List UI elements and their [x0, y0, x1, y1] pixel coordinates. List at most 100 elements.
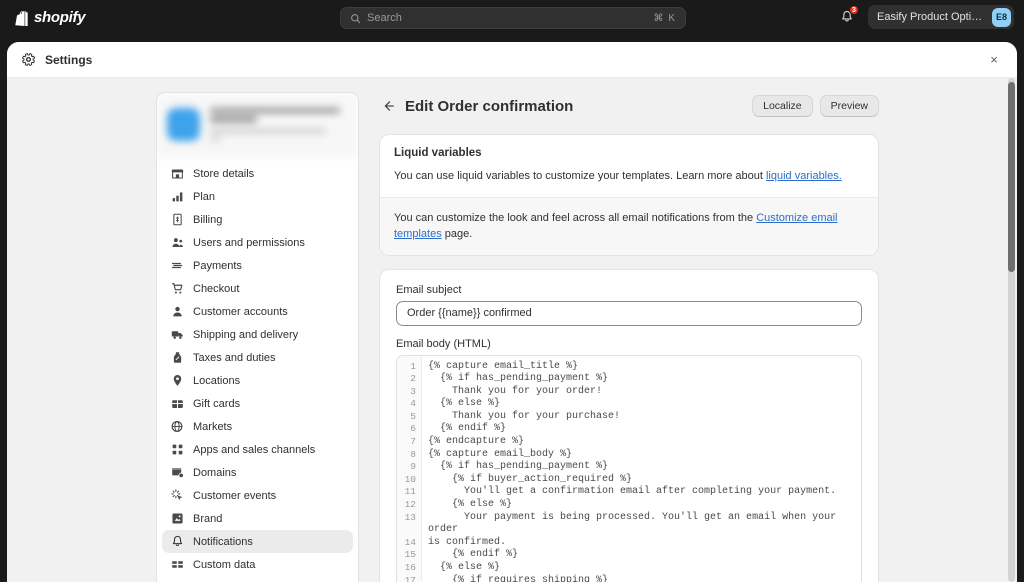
user-menu-button[interactable]: Easify Product Option... E8: [868, 5, 1014, 29]
sidebar-item-apps-and-sales-channels[interactable]: Apps and sales channels: [162, 438, 353, 461]
sidebar-item-users-and-permissions[interactable]: Users and permissions: [162, 231, 353, 254]
liquid-variables-description: You can use liquid variables to customiz…: [394, 168, 864, 185]
global-search-input[interactable]: Search ⌘ K: [340, 7, 686, 29]
global-topbar: shopify Search ⌘ K 3 Easify Product Opti…: [0, 0, 1024, 35]
payment-icon: [170, 259, 184, 273]
modal-title-group: Settings: [21, 52, 92, 67]
liquid-variables-link[interactable]: liquid variables.: [766, 170, 842, 182]
sidebar-item-billing[interactable]: Billing: [162, 208, 353, 231]
code-line-number: [397, 524, 421, 537]
email-subject-field-group: Email subject: [380, 270, 878, 326]
sidebar-item-label: Brand: [193, 513, 222, 525]
code-line-number: 15: [397, 549, 421, 562]
sidebar-item-label: Apps and sales channels: [193, 444, 315, 456]
page-header-actions: Localize Preview: [752, 95, 879, 117]
email-body-code-editor[interactable]: 12345678910111213141516171819 {% capture…: [396, 355, 862, 582]
settings-main-content: Edit Order confirmation Localize Preview…: [379, 92, 879, 582]
code-line-number: 3: [397, 386, 421, 399]
code-line-numbers: 12345678910111213141516171819: [397, 356, 422, 582]
code-line-number: 16: [397, 562, 421, 575]
customize-templates-description: You can customize the look and feel acro…: [394, 210, 864, 243]
modal-scrollbar-thumb[interactable]: [1008, 82, 1015, 272]
sidebar-item-store-details[interactable]: Store details: [162, 162, 353, 185]
code-line-number: 10: [397, 474, 421, 487]
page-title: Settings: [45, 53, 92, 67]
close-icon[interactable]: ×: [983, 49, 1005, 71]
shopify-bag-icon: [14, 10, 29, 26]
chart-icon: [170, 190, 184, 204]
truck-icon: [170, 328, 184, 342]
sidebar-item-locations[interactable]: Locations: [162, 369, 353, 392]
tax-icon: [170, 351, 184, 365]
sidebar-item-brand[interactable]: Brand: [162, 507, 353, 530]
settings-modal-body: Store details Plan Billing: [7, 78, 1017, 582]
sidebar-item-label: Users and permissions: [193, 237, 305, 249]
apps-icon: [170, 443, 184, 457]
bell-icon: [170, 535, 184, 549]
code-line-number: 12: [397, 499, 421, 512]
settings-sidebar: Store details Plan Billing: [156, 92, 359, 582]
sidebar-item-label: Notifications: [193, 536, 253, 548]
customize-templates-section: You can customize the look and feel acro…: [380, 197, 878, 255]
person-icon: [170, 305, 184, 319]
avatar: E8: [992, 8, 1011, 27]
gear-icon: [21, 52, 36, 67]
search-placeholder: Search: [367, 12, 654, 24]
notification-badge: 3: [849, 5, 859, 15]
sidebar-item-custom-data[interactable]: Custom data: [162, 553, 353, 576]
arrow-left-icon[interactable]: [379, 97, 397, 115]
users-icon: [170, 236, 184, 250]
store-avatar: [167, 108, 200, 141]
sidebar-item-payments[interactable]: Payments: [162, 254, 353, 277]
cart-icon: [170, 282, 184, 296]
receipt-icon: [170, 213, 184, 227]
shopify-logo[interactable]: shopify: [14, 9, 85, 26]
search-shortcut-hint: ⌘ K: [654, 13, 676, 24]
topbar-right-group: 3 Easify Product Option... E8: [835, 5, 1014, 29]
store-icon: [170, 167, 184, 181]
sidebar-item-label: Payments: [193, 260, 242, 272]
sidebar-item-taxes-and-duties[interactable]: Taxes and duties: [162, 346, 353, 369]
sidebar-item-gift-cards[interactable]: Gift cards: [162, 392, 353, 415]
edit-template-title: Edit Order confirmation: [405, 98, 573, 115]
settings-modal: Settings ×: [7, 42, 1017, 582]
code-line-number: 8: [397, 449, 421, 462]
email-editor-card: Email subject Email body (HTML) 12345678…: [379, 269, 879, 582]
email-body-label: Email body (HTML): [396, 338, 862, 350]
sidebar-item-plan[interactable]: Plan: [162, 185, 353, 208]
sidebar-item-label: Billing: [193, 214, 222, 226]
sidebar-item-checkout[interactable]: Checkout: [162, 277, 353, 300]
shopify-wordmark: shopify: [34, 9, 85, 26]
store-info-text-redacted: [210, 108, 348, 141]
sidebar-item-label: Store details: [193, 168, 254, 180]
sidebar-item-shipping-and-delivery[interactable]: Shipping and delivery: [162, 323, 353, 346]
code-line-number: 11: [397, 486, 421, 499]
code-line-number: 6: [397, 423, 421, 436]
pin-icon: [170, 374, 184, 388]
sidebar-item-customer-events[interactable]: Customer events: [162, 484, 353, 507]
sidebar-item-label: Locations: [193, 375, 240, 387]
sidebar-item-markets[interactable]: Markets: [162, 415, 353, 438]
customize-desc-prefix: You can customize the look and feel acro…: [394, 212, 756, 224]
code-line-number: 17: [397, 575, 421, 582]
giftcard-icon: [170, 397, 184, 411]
settings-nav-list: Store details Plan Billing: [157, 157, 358, 580]
notifications-button[interactable]: 3: [835, 5, 859, 29]
events-icon: [170, 489, 184, 503]
sidebar-item-domains[interactable]: Domains: [162, 461, 353, 484]
store-info-card[interactable]: [157, 93, 358, 157]
liquid-variables-section: Liquid variables You can use liquid vari…: [380, 135, 878, 197]
code-content[interactable]: {% capture email_title %} {% if has_pend…: [422, 356, 861, 582]
localize-button[interactable]: Localize: [752, 95, 813, 117]
globe-icon: [170, 420, 184, 434]
sidebar-item-customer-accounts[interactable]: Customer accounts: [162, 300, 353, 323]
preview-button[interactable]: Preview: [820, 95, 879, 117]
liquid-desc-text: You can use liquid variables to customiz…: [394, 170, 766, 182]
liquid-variables-card: Liquid variables You can use liquid vari…: [379, 134, 879, 256]
code-line-number: 4: [397, 398, 421, 411]
email-subject-input[interactable]: [396, 301, 862, 326]
code-line-number: 2: [397, 373, 421, 386]
email-body-field-group: Email body (HTML): [380, 326, 878, 350]
sidebar-item-notifications[interactable]: Notifications: [162, 530, 353, 553]
page-header: Edit Order confirmation Localize Preview: [379, 92, 879, 120]
